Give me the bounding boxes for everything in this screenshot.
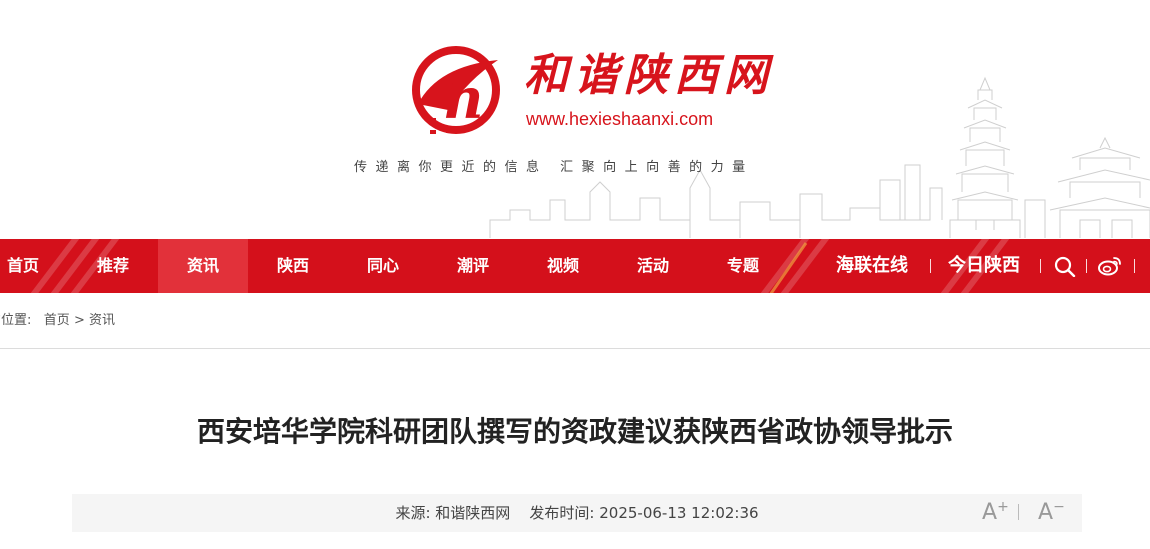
breadcrumb-home-link[interactable]: 首页 bbox=[44, 313, 70, 328]
article-title: 西安培华学院科研团队撰写的资政建议获陕西省政协领导批示 bbox=[196, 415, 953, 448]
nav-item-tongxin[interactable]: 同心 bbox=[338, 239, 428, 293]
nav-item-events[interactable]: 活动 bbox=[608, 239, 698, 293]
font-decrease-letter: A bbox=[1038, 500, 1054, 525]
publish-time-label: 发布时间: bbox=[529, 504, 595, 522]
nav-link-today-shaanxi[interactable]: 今日陕西 bbox=[948, 239, 1020, 293]
nav-item-topics[interactable]: 专题 bbox=[698, 239, 788, 293]
nav-item-chaoping[interactable]: 潮评 bbox=[428, 239, 518, 293]
logo-name: 和谐陕西网 bbox=[524, 50, 774, 101]
font-decrease-button[interactable]: A− bbox=[1038, 500, 1065, 526]
nav-item-recommend[interactable]: 推荐 bbox=[68, 239, 158, 293]
search-icon[interactable] bbox=[1053, 255, 1077, 277]
publish-time: 2025-06-13 12:02:36 bbox=[599, 504, 759, 522]
nav-separator bbox=[1134, 259, 1135, 273]
plus-icon: + bbox=[997, 499, 1009, 515]
minus-icon: − bbox=[1053, 499, 1065, 515]
article-meta-bar: 来源: 和谐陕西网 发布时间: 2025-06-13 12:02:36 A+ A… bbox=[72, 494, 1082, 532]
nav-separator bbox=[1086, 259, 1087, 273]
font-control-separator bbox=[1018, 504, 1019, 520]
breadcrumb: 的位置: 首页 > 资讯 bbox=[0, 311, 115, 331]
breadcrumb-prefix: 的位置: bbox=[0, 313, 32, 328]
main-nav: 首页 推荐 资讯 陕西 同心 潮评 视频 活动 专题 海联在线 今日陕西 bbox=[0, 239, 1150, 293]
nav-item-news[interactable]: 资讯 bbox=[158, 239, 248, 293]
logo-letter: h bbox=[444, 66, 485, 132]
site-slogan: 传递离你更近的信息 汇聚向上向善的力量 bbox=[354, 160, 754, 175]
nav-link-hailian-online[interactable]: 海联在线 bbox=[836, 239, 908, 293]
nav-item-shaanxi[interactable]: 陕西 bbox=[248, 239, 338, 293]
article-meta: 来源: 和谐陕西网 发布时间: 2025-06-13 12:02:36 bbox=[72, 494, 1082, 532]
nav-item-video[interactable]: 视频 bbox=[518, 239, 608, 293]
nav-separator bbox=[930, 259, 931, 273]
breadcrumb-divider bbox=[0, 348, 1150, 349]
weibo-icon[interactable] bbox=[1098, 255, 1122, 277]
breadcrumb-separator: > bbox=[73, 313, 85, 328]
font-increase-letter: A bbox=[982, 500, 998, 525]
logo-url: www.hexieshaanxi.com bbox=[526, 109, 714, 129]
article-source: 和谐陕西网 bbox=[435, 504, 511, 522]
nav-item-home[interactable]: 首页 bbox=[0, 239, 68, 293]
site-header: h 和谐陕西网 www.hexieshaanxi.com 传递离你更近的信息 汇… bbox=[0, 0, 1150, 239]
source-label: 来源: bbox=[395, 504, 431, 522]
logo-mark-icon: h bbox=[412, 46, 500, 134]
nav-separator bbox=[1040, 259, 1041, 273]
font-increase-button[interactable]: A+ bbox=[982, 500, 1009, 526]
breadcrumb-current-link[interactable]: 资讯 bbox=[89, 313, 115, 328]
site-logo[interactable]: h 和谐陕西网 www.hexieshaanxi.com bbox=[408, 46, 768, 136]
